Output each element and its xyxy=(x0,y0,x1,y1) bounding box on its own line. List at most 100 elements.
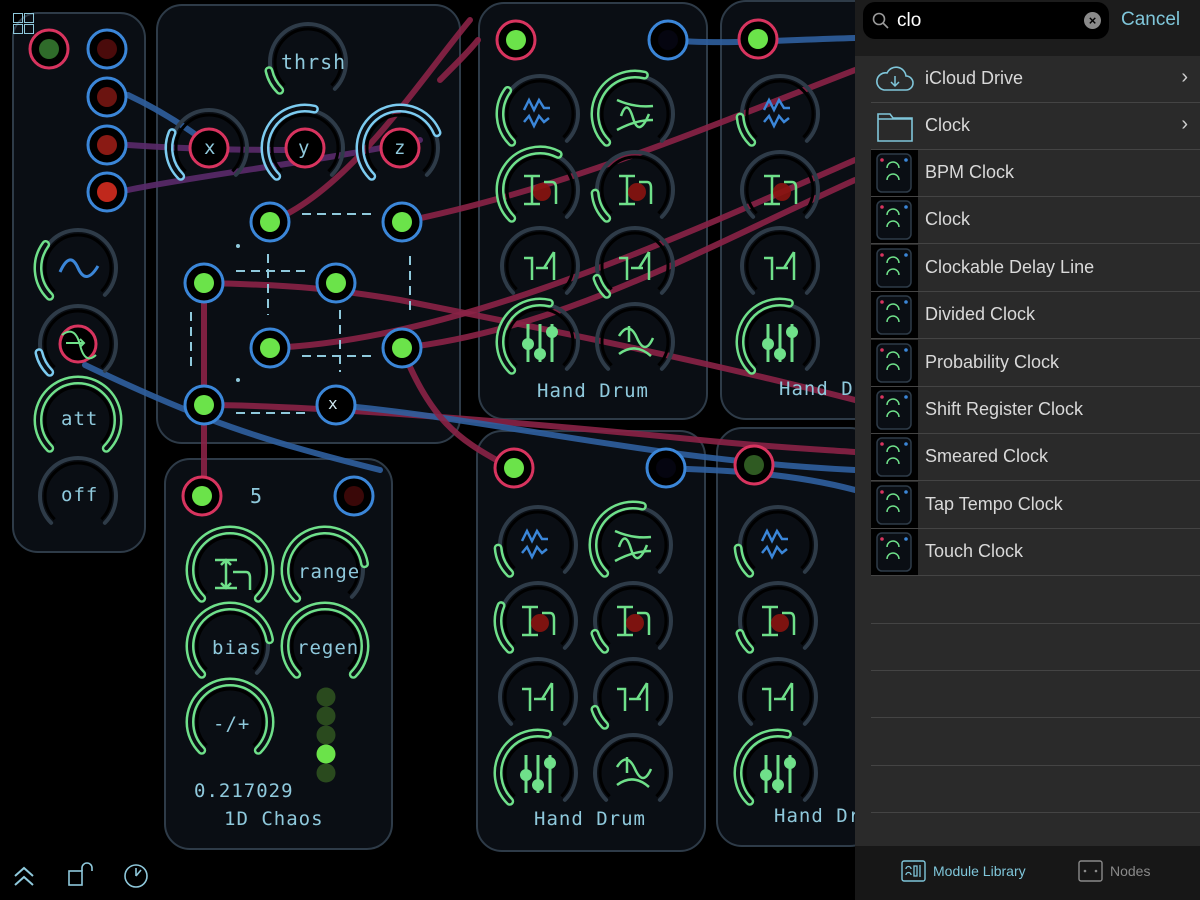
jack-output-1-led xyxy=(97,39,117,59)
drum-knob-0-inner xyxy=(503,510,573,570)
jack-cube-0-led xyxy=(260,212,280,232)
module-thumbnail xyxy=(871,150,918,196)
patch-graphics xyxy=(28,17,855,806)
module-library-panel: × Cancel iCloud Drive › Clock › BPM Cloc… xyxy=(855,0,1200,900)
chevrons-up-icon[interactable] xyxy=(12,864,36,888)
folder-label: iCloud Drive xyxy=(925,68,1024,88)
mixer-handle xyxy=(772,779,784,791)
empty-row xyxy=(871,624,1200,671)
jack-cube-6-led xyxy=(194,395,214,415)
tab-bar: Module Library Nodes xyxy=(855,846,1200,900)
jack-output-3-led xyxy=(97,135,117,155)
mixer-handle xyxy=(532,779,544,791)
unlock-icon[interactable] xyxy=(67,862,93,888)
jack-chaos-in-led xyxy=(192,486,212,506)
envelope-icon xyxy=(614,529,652,563)
knob-label-att: att xyxy=(61,408,99,430)
module-row[interactable]: BPM Clock xyxy=(871,150,1200,197)
jack-label-x: x xyxy=(204,137,217,159)
folder-row-clock[interactable]: Clock › xyxy=(871,103,1200,150)
jack-chaos-out-led xyxy=(344,486,364,506)
jack-cube-4-led xyxy=(260,338,280,358)
knob-label-thrsh: thrsh xyxy=(281,50,347,74)
knob-label-range: range xyxy=(298,561,361,583)
mixer-handle xyxy=(760,769,772,781)
jack-drum3-trigger-led xyxy=(504,458,524,478)
jack-cube-5-led xyxy=(392,338,412,358)
noise-icon xyxy=(520,528,548,560)
jack-input-led xyxy=(39,39,59,59)
empty-row xyxy=(871,671,1200,719)
drum-knob-7-inner xyxy=(600,307,670,367)
clock-icon[interactable] xyxy=(123,863,149,889)
drum-knob-4-inner xyxy=(745,231,815,291)
drum-knob-7-inner xyxy=(598,738,668,798)
module-label: BPM Clock xyxy=(925,162,1015,182)
module-row[interactable]: Probability Clock xyxy=(871,339,1200,387)
modulation-dot xyxy=(628,183,646,201)
chaos-counter: 5 xyxy=(250,484,264,508)
hand-drum-3-title: Hand Drum xyxy=(534,808,646,830)
mixer-handle xyxy=(534,348,546,360)
range-shape-icon xyxy=(215,558,252,590)
module-row[interactable]: Shift Register Clock xyxy=(871,387,1200,434)
module-row[interactable]: Touch Clock xyxy=(871,529,1200,577)
mixer-handle xyxy=(762,338,774,350)
noise-icon xyxy=(760,528,788,560)
module-label: Tap Tempo Clock xyxy=(925,493,1063,514)
knob-label-regen: regen xyxy=(297,637,360,659)
module-thumbnail xyxy=(871,434,918,481)
chaos-value: 0.217029 xyxy=(194,780,294,802)
module-row[interactable]: Smeared Clock xyxy=(871,434,1200,482)
patch-canvas[interactable]: thrsh x y z x att off 5 range bias regen… xyxy=(0,0,855,900)
jack-label-y: y xyxy=(298,137,311,159)
folder-row-icloud-drive[interactable]: iCloud Drive › xyxy=(871,56,1200,103)
clear-search-button[interactable]: × xyxy=(1084,12,1101,29)
jack-drum2-trigger-led xyxy=(748,29,768,49)
jack-cube-3-led xyxy=(326,273,346,293)
grid-icon[interactable] xyxy=(13,13,35,35)
drum-knob-0-inner xyxy=(743,510,813,570)
module-thumbnail xyxy=(871,481,918,528)
mixer-handle xyxy=(546,326,558,338)
jack-output-2-led xyxy=(97,87,117,107)
filter-icon xyxy=(524,251,556,280)
filter-icon xyxy=(522,682,554,711)
modulation-dot xyxy=(531,614,549,632)
sine-wave-icon xyxy=(58,258,100,278)
module-row[interactable]: Clock xyxy=(871,197,1200,245)
filter-icon xyxy=(764,251,796,280)
knob-waveform-inner xyxy=(43,233,113,293)
empty-row xyxy=(871,766,1200,814)
drum-knob-1-inner xyxy=(600,79,670,139)
folder-label: Clock xyxy=(925,115,971,135)
chaos-led xyxy=(316,706,336,726)
jack-label-z: z xyxy=(394,137,407,159)
chevron-right-icon: › xyxy=(1181,66,1188,88)
mixer-handle xyxy=(522,338,534,350)
noise-icon xyxy=(762,97,790,129)
chevron-right-icon: › xyxy=(1181,113,1188,135)
chaos-led xyxy=(316,763,336,783)
mixer-handle xyxy=(520,769,532,781)
module-row[interactable]: Divided Clock xyxy=(871,292,1200,340)
cube-dot xyxy=(236,244,240,248)
patch-cable xyxy=(399,345,503,465)
knob-label-bias: bias xyxy=(212,637,262,659)
chaos-led xyxy=(316,725,336,745)
cloud-download-icon xyxy=(876,66,914,91)
module-thumbnail xyxy=(871,387,918,433)
search-input[interactable] xyxy=(895,6,1079,36)
search-field[interactable]: × xyxy=(863,2,1109,39)
hand-drum-1-title: Hand Drum xyxy=(537,380,649,402)
tab-label: Module Library xyxy=(933,863,1026,879)
tab-label: Nodes xyxy=(1110,863,1151,879)
modulation-dot xyxy=(626,614,644,632)
folder-icon xyxy=(877,113,913,142)
module-row[interactable]: Clockable Delay Line xyxy=(871,244,1200,292)
chaos-title: 1D Chaos xyxy=(224,808,324,830)
cancel-button[interactable]: Cancel xyxy=(1121,9,1180,31)
mixer-handle xyxy=(786,326,798,338)
mixer-handle xyxy=(774,348,786,360)
module-row[interactable]: Tap Tempo Clock xyxy=(871,481,1200,529)
